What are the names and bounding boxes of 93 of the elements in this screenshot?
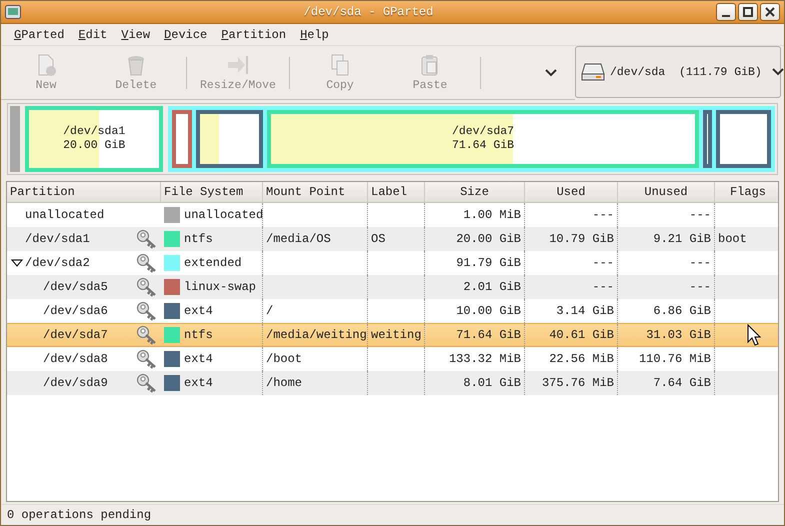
table-row[interactable]: /dev/sda5 linux-swap 2.01 GiB --- --- [7,275,778,299]
menu-item[interactable]: Device [157,28,214,42]
table-cell: 7.64 GiB [653,376,711,390]
chevron-icon [545,68,557,76]
partition-name: /dev/sda1 [63,125,126,139]
table-cell: / [266,304,274,318]
partition-block[interactable] [196,110,264,168]
column-header[interactable]: Partition [7,182,161,202]
table-cell: boot [718,232,747,246]
table-cell: 8.01 GiB [463,376,521,390]
table-cell: 1.00 MiB [463,208,521,222]
partition-name: /dev/sda8 [43,352,108,366]
column-header[interactable]: Label [368,182,425,202]
partition-size: 20.00 GiB [63,139,126,153]
minimize-icon [722,14,730,16]
table-cell: --- [592,208,614,222]
table-row[interactable]: /dev/sda7 ntfs /media/weiting weiting 71.64 GiB 40.61 GiB 31.03 GiB [7,323,778,347]
device-selector[interactable]: /dev/sda (111.79 GiB) [575,46,781,98]
table-cell: ntfs [184,328,213,342]
table-cell: 20.00 GiB [456,232,521,246]
table-cell: unallocated [184,208,264,222]
column-header[interactable]: File System [161,182,263,202]
partition-name: /dev/sda7 [43,328,108,342]
table-cell: --- [592,280,614,294]
menu-item[interactable]: GParted [7,28,72,42]
partition-name: /dev/sda7 [452,125,514,139]
table-cell: 110.76 MiB [638,352,711,366]
arrow-icon [226,53,250,77]
table-cell: extended [184,256,242,270]
partition-block[interactable] [716,110,771,168]
partition-name: /dev/sda5 [43,280,108,294]
partition-name: /dev/sda6 [43,304,108,318]
partition-name: unallocated [25,208,104,222]
table-cell: 71.64 GiB [456,328,521,342]
maximize-icon [743,7,753,17]
table-cell: /boot [266,352,302,366]
partition-block[interactable]: /dev/sda1 20.00 GiB [25,106,164,172]
partition-block[interactable]: /dev/sda7 71.64 GiB [168,106,775,172]
table-cell: 22.56 MiB [549,352,614,366]
menu-item[interactable]: Partition [214,28,294,42]
hard-disk-icon [580,62,606,82]
table-row[interactable]: /dev/sda1 ntfs /media/OS OS 20.00 GiB 10.79 GiB 9.21 GiB boot [7,227,778,251]
mouse-cursor-icon [747,324,761,346]
table-cell: 375.76 MiB [542,376,614,390]
table-cell: linux-swap [184,280,256,294]
table-cell: --- [689,280,711,294]
table-cell: 2.01 GiB [463,280,521,294]
menu-item[interactable]: Edit [71,28,114,42]
table-cell: 31.03 GiB [646,328,711,342]
partition-block[interactable]: /dev/sda7 71.64 GiB [267,110,699,168]
table-cell: 10.00 GiB [456,304,521,318]
partition-block[interactable] [172,110,192,168]
menu-item[interactable]: View [114,28,158,42]
table-row[interactable]: /dev/sda9 ext4 /home 8.01 GiB 375.76 MiB 7.64 GiB [7,371,778,395]
table-cell: 6.86 GiB [653,304,711,318]
partition-size: 71.64 GiB [452,139,514,153]
partition-name: /dev/sda9 [43,376,108,390]
menu-item[interactable]: Help [293,28,336,42]
column-header[interactable]: Size [425,182,525,202]
close-icon [765,7,775,17]
column-header[interactable]: Flags [715,182,778,202]
expanded-triangle-icon[interactable] [11,259,23,267]
table-cell: 9.21 GiB [653,232,711,246]
partition-name: /dev/sda1 [25,232,90,246]
table-cell: ext4 [184,376,213,390]
table-cell: weiting [371,328,422,342]
partition-block[interactable] [702,110,712,168]
minimize-button[interactable] [716,3,736,21]
window-title: /dev/sda - GParted [302,5,434,19]
column-header[interactable]: Mount Point [263,182,368,202]
table-cell: ext4 [184,352,213,366]
chevron-icon [772,68,784,76]
table-cell: --- [689,256,711,270]
close-button[interactable] [760,3,780,21]
table-cell: OS [371,232,386,246]
table-cell: /media/OS [266,232,331,246]
column-header[interactable]: Unused [618,182,715,202]
table-cell: 91.79 GiB [456,256,521,270]
partition-name: /dev/sda2 [25,256,90,270]
app-icon [5,5,21,19]
table-cell: 10.79 GiB [549,232,614,246]
table-cell: 3.14 GiB [556,304,614,318]
table-cell: ntfs [184,232,213,246]
column-header[interactable]: Used [525,182,618,202]
table-cell: --- [689,208,711,222]
table-cell: --- [592,256,614,270]
table-cell: /home [266,376,302,390]
table-cell: 40.61 GiB [549,328,614,342]
maximize-button[interactable] [738,3,758,21]
table-cell: ext4 [184,304,213,318]
table-cell: /media/weiting [266,328,367,342]
status-text: 0 operations pending [7,508,152,522]
table-cell: 133.32 MiB [448,352,521,366]
